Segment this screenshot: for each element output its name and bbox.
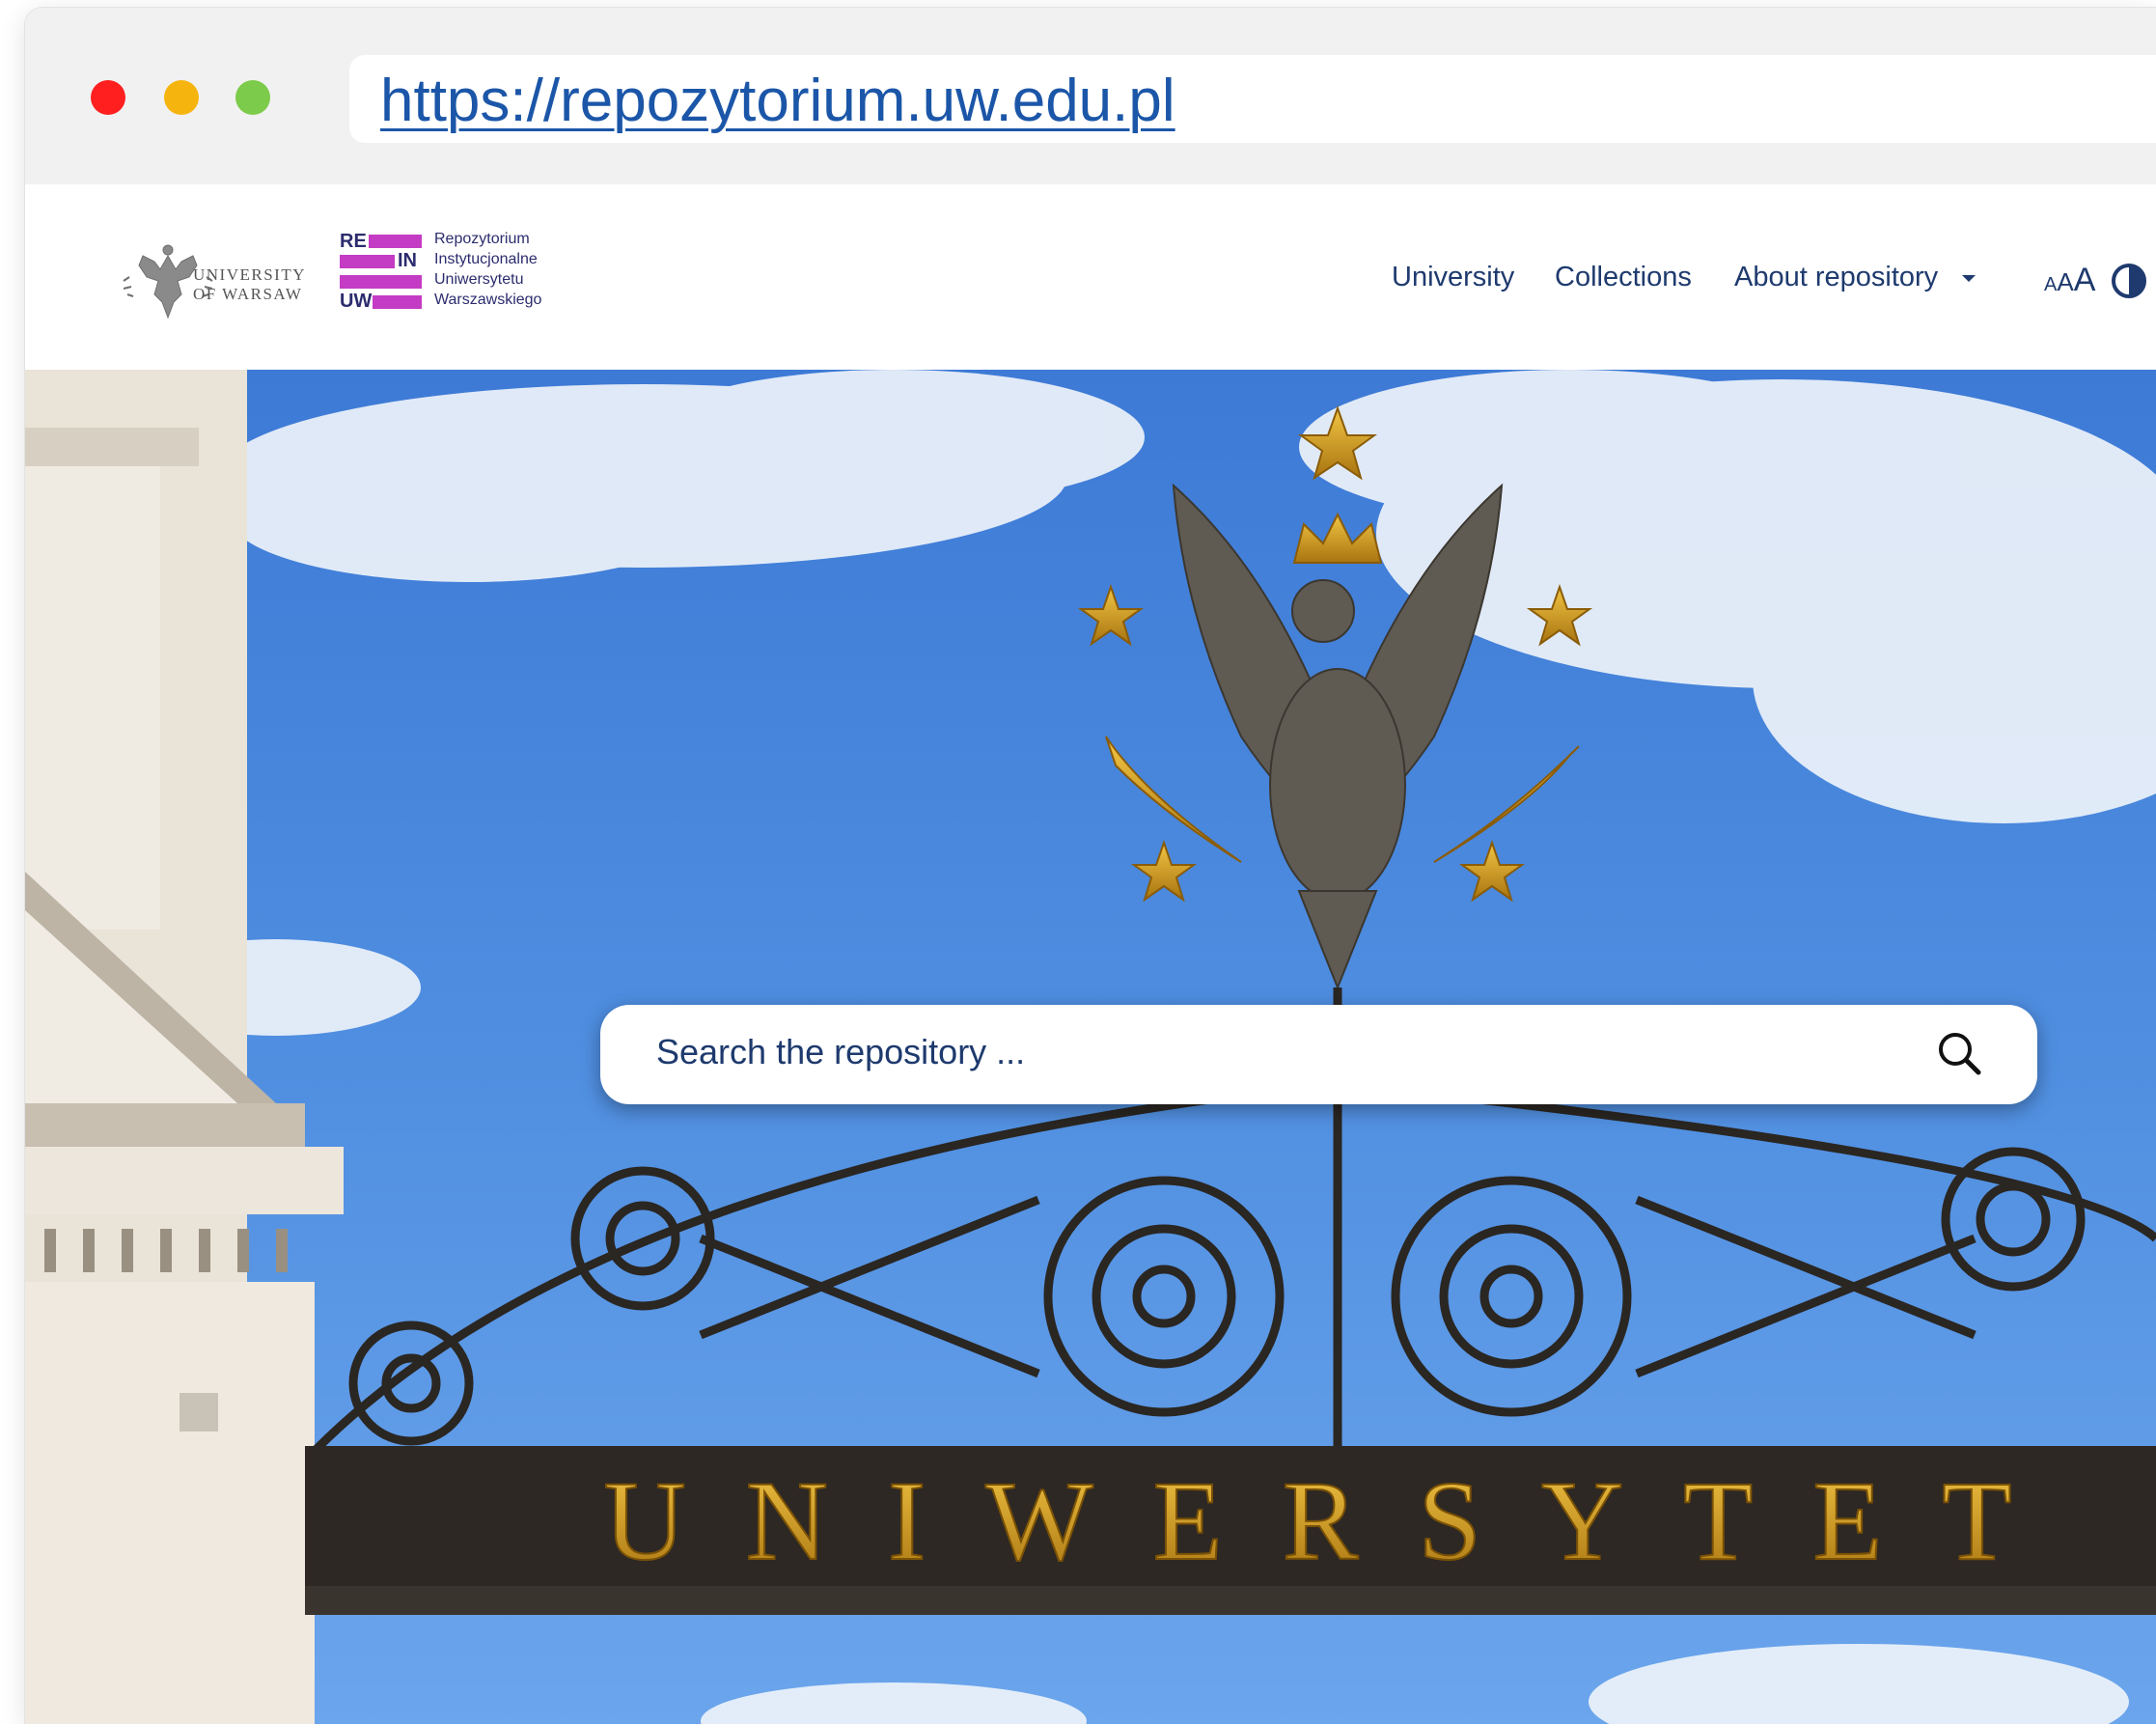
nav-collections[interactable]: Collections [1555, 262, 1692, 293]
close-window-button[interactable] [91, 80, 125, 115]
logo-bar [373, 295, 422, 309]
address-bar[interactable]: https://repozytorium.uw.edu.pl [349, 55, 2156, 143]
browser-window: https://repozytorium.uw.edu.pl UNIVERSIT… [25, 8, 2156, 1724]
font-size-control[interactable]: AAA [2044, 262, 2095, 299]
search-icon[interactable] [1932, 1026, 1988, 1082]
logo-letters-in: IN [398, 250, 417, 271]
logo-text-line1: Repozytorium [434, 231, 530, 247]
url-text[interactable]: https://repozytorium.uw.edu.pl [380, 67, 1175, 135]
browser-chrome: https://repozytorium.uw.edu.pl [25, 8, 2156, 184]
logo-bar [369, 235, 422, 248]
nav-about-label: About repository [1734, 262, 1939, 292]
minimize-window-button[interactable] [164, 80, 199, 115]
logo-bar [340, 255, 395, 268]
logo-letters-re: RE [340, 231, 367, 252]
nav-about-repository[interactable]: About repository [1734, 262, 1978, 293]
contrast-icon[interactable] [2110, 262, 2148, 300]
nav-university[interactable]: University [1392, 262, 1514, 293]
logo-text-line2: Instytucjonalne [434, 251, 538, 267]
logo-letters-uw: UW [340, 291, 373, 312]
site-header: UNIVERSITY OF WARSAW RE IN UW Repozytori… [25, 184, 2156, 370]
search-input[interactable]: Search the repository ... [656, 1032, 1025, 1072]
font-size-small[interactable]: A [2044, 274, 2057, 295]
font-size-medium[interactable]: A [2057, 267, 2073, 296]
university-logo-line1: UNIVERSITY [193, 265, 306, 284]
font-size-large[interactable]: A [2074, 262, 2096, 298]
repository-logo[interactable]: RE IN UW Repozytorium Instytucjonalne Un… [340, 231, 591, 327]
search-bar[interactable]: Search the repository ... [600, 1005, 2037, 1104]
hero-banner: UNIWERSYTET Search the repository ... [25, 370, 2156, 1724]
logo-text-line3: Uniwersytetu [434, 271, 524, 288]
gate-inscription: UNIWERSYTET [604, 1458, 2072, 1584]
university-logo-line2: OF WARSAW [193, 285, 303, 303]
logo-bar [340, 275, 422, 289]
maximize-window-button[interactable] [235, 80, 270, 115]
chevron-down-icon [1962, 275, 1976, 283]
university-logo-text: UNIVERSITY OF WARSAW [193, 265, 306, 304]
logo-text-line4: Warszawskiego [434, 292, 542, 308]
